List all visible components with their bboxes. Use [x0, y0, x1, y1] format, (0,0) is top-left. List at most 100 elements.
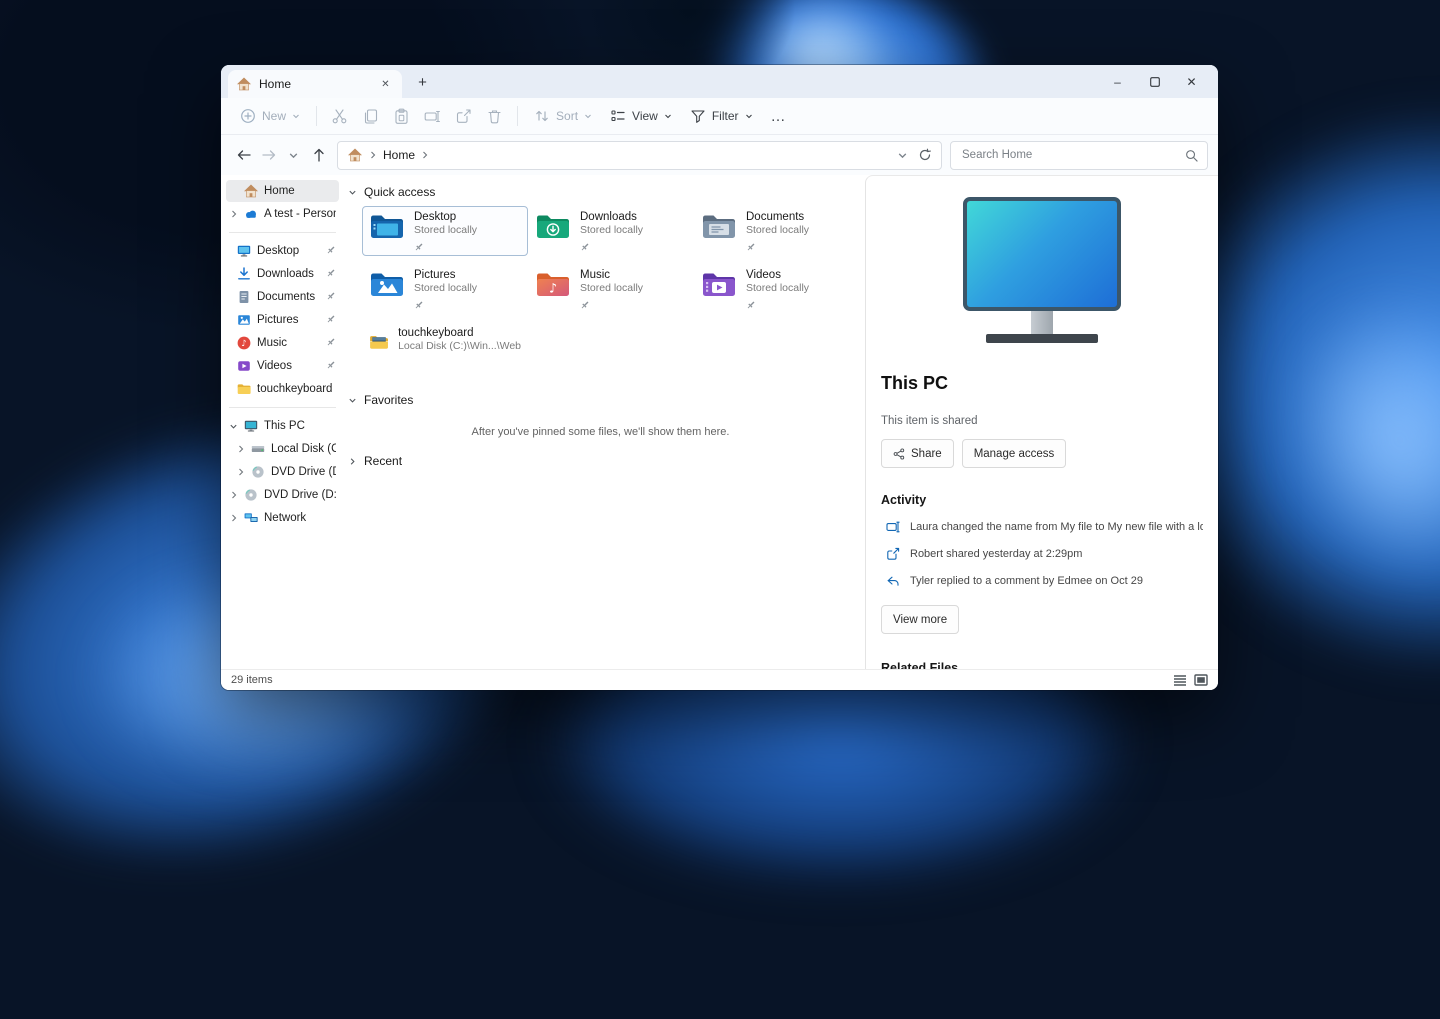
rename-button[interactable]	[417, 102, 448, 130]
sidebar-item-pictures[interactable]: Pictures	[233, 309, 339, 331]
details-view-icon[interactable]	[1173, 674, 1187, 686]
chevron-right-icon[interactable]	[230, 209, 238, 219]
sidebar-item-local-disk-c[interactable]: Local Disk (C:)	[233, 438, 339, 460]
sidebar-item-music[interactable]: ♪ Music	[233, 332, 339, 354]
share-activity-icon	[887, 547, 900, 560]
pictures-icon	[238, 315, 250, 325]
chevron-right-icon[interactable]	[230, 513, 238, 523]
tab-home[interactable]: Home ✕	[228, 70, 402, 98]
copy-button[interactable]	[355, 102, 386, 130]
pin-icon	[327, 315, 335, 322]
favorites-empty-message: After you've pinned some files, we'll sh…	[471, 426, 730, 438]
share-button[interactable]: Share	[881, 439, 954, 468]
item-count: 29 items	[231, 674, 273, 686]
dvd-drive-icon	[252, 466, 264, 478]
sidebar-separator	[229, 232, 336, 233]
delete-button[interactable]	[479, 102, 510, 130]
view-more-button[interactable]: View more	[881, 605, 960, 634]
large-icons-view-icon[interactable]	[1194, 674, 1208, 686]
tile-videos[interactable]: Videos Stored locally	[694, 264, 860, 314]
sidebar-item-onedrive[interactable]: A test - Personal	[226, 203, 339, 225]
up-button[interactable]	[306, 143, 331, 168]
tile-pictures[interactable]: Pictures Stored locally	[362, 264, 528, 314]
pin-icon	[581, 301, 589, 309]
tile-name: touchkeyboard	[398, 327, 474, 339]
chevron-right-icon[interactable]	[237, 444, 245, 454]
address-bar-actions	[897, 148, 932, 162]
recent-locations-button[interactable]	[281, 143, 306, 168]
maximize-icon	[1149, 76, 1160, 87]
activity-item-reply[interactable]: Tyler replied to a comment by Edmee on O…	[881, 574, 1203, 588]
new-button-label: New	[262, 109, 287, 123]
details-title: This PC	[881, 373, 949, 393]
chevron-down-icon	[293, 114, 299, 119]
svg-text:♪: ♪	[549, 282, 557, 297]
sidebar-item-label: Desktop	[257, 245, 300, 257]
address-dropdown-icon[interactable]	[897, 150, 908, 161]
view-icon	[611, 110, 625, 122]
refresh-icon[interactable]	[918, 148, 932, 162]
search-box[interactable]	[950, 140, 1208, 170]
view-more-label: View more	[893, 613, 948, 626]
sidebar-item-touchkeyboard[interactable]: touchkeyboard	[233, 378, 339, 400]
recent-header[interactable]: Recent	[348, 450, 853, 472]
videos-icon	[238, 361, 250, 371]
desktop-icon	[237, 245, 251, 257]
maximize-button[interactable]	[1136, 68, 1173, 95]
sidebar-item-downloads[interactable]: Downloads	[233, 263, 339, 285]
close-button[interactable]: ✕	[1173, 68, 1210, 95]
share-button-toolbar[interactable]	[448, 102, 479, 130]
sidebar-item-network[interactable]: Network	[226, 507, 339, 529]
sidebar-item-this-pc[interactable]: This PC	[226, 415, 339, 437]
tile-documents[interactable]: Documents Stored locally	[694, 206, 860, 256]
new-button[interactable]: New	[231, 102, 309, 130]
forward-button[interactable]	[256, 143, 281, 168]
pin-icon	[327, 338, 335, 345]
sidebar-item-documents[interactable]: Documents	[233, 286, 339, 308]
network-icon	[244, 513, 258, 522]
view-button[interactable]: View	[601, 102, 681, 130]
sort-button[interactable]: Sort	[525, 102, 601, 130]
related-files-heading: Related Files	[881, 661, 959, 669]
activity-item-share[interactable]: Robert shared yesterday at 2:29pm	[881, 547, 1203, 561]
view-toggles	[1173, 674, 1208, 686]
search-input[interactable]	[960, 148, 1185, 162]
tile-desktop[interactable]: Desktop Stored locally	[362, 206, 528, 256]
sidebar-item-videos[interactable]: Videos	[233, 355, 339, 377]
filter-button-label: Filter	[711, 109, 739, 123]
filter-button[interactable]: Filter	[681, 102, 762, 130]
tile-name: Documents	[746, 211, 805, 223]
paste-button[interactable]	[386, 102, 417, 130]
sidebar-item-home[interactable]: Home	[226, 180, 339, 202]
tab-close-icon[interactable]: ✕	[377, 76, 394, 93]
sidebar-item-dvd-drive-ccc[interactable]: DVD Drive (D:) CCC	[226, 484, 339, 506]
tile-downloads[interactable]: Downloads Stored locally	[528, 206, 694, 256]
minimize-button[interactable]: –	[1099, 68, 1136, 95]
chevron-right-icon[interactable]	[230, 490, 238, 500]
address-bar[interactable]: Home	[337, 140, 942, 170]
back-button[interactable]	[231, 143, 256, 168]
see-more-button[interactable]: …	[762, 102, 796, 130]
chevron-down-icon	[745, 114, 752, 119]
breadcrumb-root[interactable]: Home	[383, 148, 415, 162]
chevron-right-icon[interactable]	[237, 467, 245, 477]
quick-access-header[interactable]: Quick access	[348, 181, 853, 203]
cut-button[interactable]	[324, 102, 355, 130]
sidebar-item-label: DVD Drive (D:) CCC	[264, 489, 336, 501]
toolbar-separator	[316, 106, 318, 126]
activity-item-rename[interactable]: Laura changed the name from My file to M…	[881, 520, 1203, 534]
sidebar-item-dvd-drive-cc[interactable]: DVD Drive (D:) CC	[233, 461, 339, 483]
tile-touchkeyboard[interactable]: touchkeyboard Local Disk (C:)\Win...\Web	[362, 322, 528, 372]
chevron-down-icon[interactable]	[229, 422, 238, 431]
favorites-header[interactable]: Favorites	[348, 389, 853, 411]
tile-subtitle: Stored locally	[746, 282, 810, 294]
sidebar-item-label: A test - Personal	[264, 208, 336, 220]
navigation-pane: Home A test - Personal Desktop	[221, 175, 340, 669]
new-tab-button[interactable]: +	[410, 70, 435, 95]
manage-access-button[interactable]: Manage access	[961, 439, 1067, 468]
folder-icon	[237, 384, 251, 394]
sidebar-item-label: touchkeyboard	[257, 383, 333, 395]
tile-music[interactable]: ♪ Music Stored locally	[528, 264, 694, 314]
sidebar-item-desktop[interactable]: Desktop	[233, 240, 339, 262]
sidebar-item-label: Videos	[257, 360, 292, 372]
